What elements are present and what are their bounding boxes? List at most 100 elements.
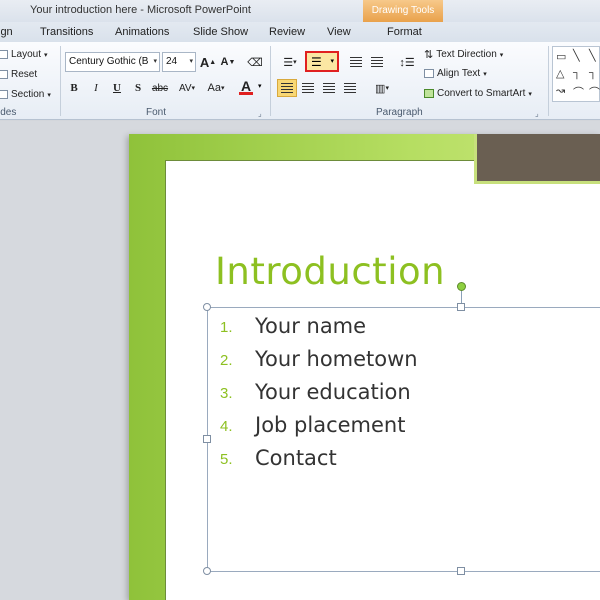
chevron-down-icon: ▾ [47, 91, 51, 99]
font-color-button[interactable]: A [236, 78, 256, 96]
resize-handle-top-left[interactable] [203, 303, 211, 311]
justify-button[interactable] [340, 79, 360, 97]
chevron-down-icon: ▾ [528, 90, 532, 98]
list-item-number: 3. [220, 385, 233, 402]
font-size-combobox[interactable]: 24 ▾ [162, 52, 196, 72]
decrease-indent-button[interactable] [346, 53, 366, 71]
increase-indent-icon [371, 57, 383, 67]
section-button[interactable]: Section ▾ [0, 89, 51, 100]
text-shadow-button[interactable]: S [128, 79, 148, 97]
chevron-down-icon: ▾ [293, 59, 297, 66]
chevron-down-icon: ▾ [220, 85, 225, 92]
elbow-arrow-icon[interactable]: ┐ [589, 67, 597, 79]
eraser-icon: ⌫ [247, 56, 263, 69]
tab-view[interactable]: View [327, 26, 351, 38]
align-center-icon [302, 83, 314, 93]
slides-group-label: ides [0, 107, 17, 118]
change-case-button[interactable]: Aa ▾ [202, 79, 230, 97]
clear-formatting-button[interactable]: ⌫ [245, 53, 265, 71]
align-text-icon [424, 69, 434, 78]
list-item-number: 5. [220, 451, 233, 468]
columns-icon: ▥ [375, 82, 386, 95]
tab-review[interactable]: Review [269, 26, 305, 38]
font-name-combobox[interactable]: Century Gothic (B ▾ [65, 52, 160, 72]
arrow-shape-icon[interactable]: ╲ [589, 49, 596, 62]
chevron-down-icon: ▾ [189, 58, 193, 65]
reset-button[interactable]: Reset [0, 69, 37, 80]
line-spacing-icon: ↕☰ [399, 56, 415, 69]
grow-font-button[interactable]: A ▲ [198, 53, 218, 71]
tab-design[interactable]: ign [0, 26, 13, 38]
tab-slide-show[interactable]: Slide Show [193, 26, 248, 38]
tab-format[interactable]: Format [387, 26, 422, 38]
window-title: Your introduction here - Microsoft Power… [30, 4, 251, 16]
line-spacing-button[interactable]: ↕☰ [395, 53, 419, 71]
align-left-icon [281, 83, 293, 93]
numbering-button[interactable]: ☰ ▾ [305, 51, 339, 72]
increase-indent-button[interactable] [367, 53, 387, 71]
shapes-gallery[interactable]: ▭ ╲ ╲ △ ┐ ┐ ↝ ⌒ ⌒ [552, 46, 600, 102]
triangle-shape-icon[interactable]: △ [556, 67, 564, 80]
chevron-down-icon: ▾ [385, 85, 389, 92]
layout-icon [0, 50, 8, 59]
convert-smartart-button[interactable]: Convert to SmartArt ▾ [424, 88, 532, 99]
curve-shape-icon[interactable]: ↝ [556, 84, 565, 97]
group-separator [60, 46, 61, 116]
character-spacing-button[interactable]: AV ▾ [174, 79, 200, 97]
strikethrough-button[interactable]: abc [150, 79, 170, 97]
resize-handle-top[interactable] [457, 303, 465, 311]
list-item-text: Your name [255, 314, 367, 338]
group-separator [270, 46, 271, 116]
columns-button[interactable]: ▥ ▾ [369, 79, 395, 97]
align-right-button[interactable] [319, 79, 339, 97]
dialog-launcher-icon[interactable]: ⌟ [258, 109, 262, 118]
ribbon-tabs: ign Transitions Animations Slide Show Re… [0, 22, 600, 64]
chevron-down-icon: ▾ [499, 51, 504, 59]
align-text-button[interactable]: Align Text ▾ [424, 68, 487, 79]
freeform-shape-icon[interactable]: ⌒ [589, 84, 600, 100]
title-bar: Your introduction here - Microsoft Power… [0, 0, 600, 22]
chevron-down-icon: ▾ [153, 58, 157, 65]
bullets-button[interactable]: ☰ ▾ [277, 53, 303, 71]
underline-button[interactable]: U [107, 79, 127, 97]
paragraph-group-label: Paragraph [376, 107, 423, 118]
bold-button[interactable]: B [64, 79, 84, 97]
resize-handle-bottom-left[interactable] [203, 567, 211, 575]
slide-decoration-block [474, 134, 600, 184]
tab-animations[interactable]: Animations [115, 26, 169, 38]
text-direction-icon: ⇅ [424, 49, 434, 61]
section-icon [0, 90, 8, 99]
text-direction-button[interactable]: ⇅ Text Direction ▾ [424, 48, 503, 61]
justify-icon [344, 83, 356, 93]
dialog-launcher-icon[interactable]: ⌟ [535, 109, 539, 118]
tab-transitions[interactable]: Transitions [40, 26, 93, 38]
resize-handle-left[interactable] [203, 435, 211, 443]
italic-button[interactable]: I [86, 79, 106, 97]
list-item-number: 4. [220, 418, 233, 435]
list-item-number: 2. [220, 352, 233, 369]
layout-button[interactable]: Layout ▾ [0, 49, 48, 60]
text-box-shape-icon[interactable]: ▭ [556, 50, 566, 63]
font-color-swatch [239, 91, 253, 95]
numbered-list-icon: ☰ [311, 55, 322, 69]
chevron-down-icon: ▾ [330, 58, 334, 65]
align-right-icon [323, 83, 335, 93]
elbow-connector-icon[interactable]: ┐ [573, 67, 581, 79]
rotation-handle[interactable] [457, 282, 466, 291]
list-item-text: Job placement [255, 413, 406, 437]
line-shape-icon[interactable]: ╲ [573, 49, 580, 62]
group-separator [548, 46, 549, 116]
align-center-button[interactable] [298, 79, 318, 97]
align-left-button[interactable] [277, 79, 297, 97]
drawing-tools-context-tab: Drawing Tools [363, 0, 443, 22]
font-group-label: Font [146, 107, 167, 118]
shrink-font-button[interactable]: A ▼ [218, 53, 238, 71]
chevron-down-icon: ▾ [483, 70, 487, 78]
resize-handle-bottom[interactable] [457, 567, 465, 575]
chevron-down-icon: ▾ [258, 83, 262, 90]
arc-shape-icon[interactable]: ⌒ [573, 84, 584, 100]
slide-title[interactable]: Introduction [215, 250, 445, 293]
bullet-list-icon: ☰ [283, 56, 294, 69]
list-item-text: Your hometown [255, 347, 418, 371]
smartart-icon [424, 89, 434, 98]
